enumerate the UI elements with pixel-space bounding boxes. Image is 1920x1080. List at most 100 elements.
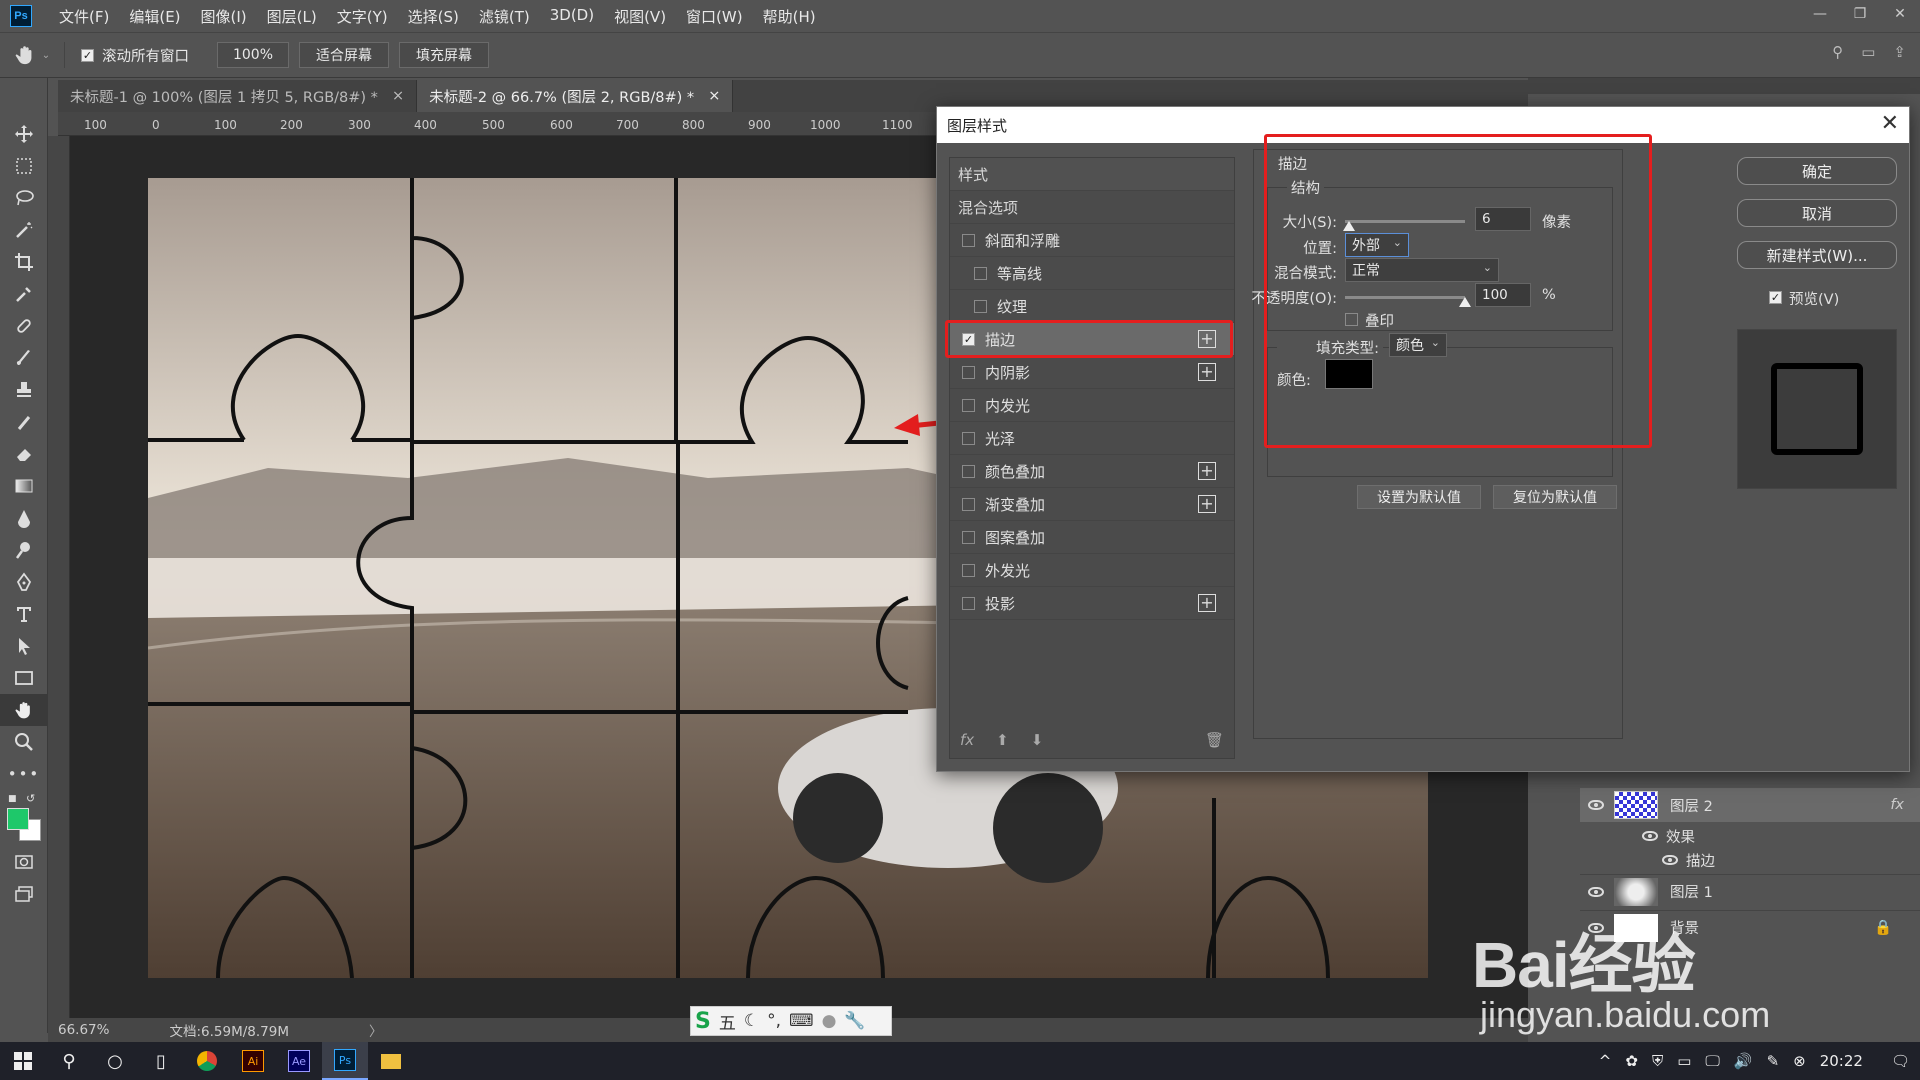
punctuation-icon[interactable]: °,: [767, 1011, 781, 1031]
hand-tool[interactable]: [0, 694, 48, 726]
scroll-all-checkbox[interactable]: ✓: [81, 48, 94, 62]
contour-checkbox[interactable]: [974, 266, 987, 280]
zoom-100-button[interactable]: 100%: [217, 42, 289, 68]
more-tools[interactable]: •••: [0, 758, 48, 790]
style-list-header[interactable]: 样式: [950, 158, 1234, 191]
status-chevron-icon[interactable]: 〉: [369, 1020, 383, 1040]
dodge-tool[interactable]: [0, 534, 48, 566]
menu-help[interactable]: 帮助(H): [753, 6, 826, 27]
ok-button[interactable]: 确定: [1737, 157, 1897, 185]
color-overlay-checkbox[interactable]: [962, 464, 975, 478]
style-item-gradient-overlay[interactable]: 渐变叠加 +: [950, 488, 1234, 521]
fill-screen-button[interactable]: 填充屏幕: [399, 42, 489, 68]
blur-tool[interactable]: [0, 502, 48, 534]
inner-glow-checkbox[interactable]: [962, 398, 975, 412]
photoshop-taskbar-icon[interactable]: Ps: [322, 1042, 368, 1080]
path-selection-tool[interactable]: [0, 630, 48, 662]
move-up-icon[interactable]: ⬆: [996, 731, 1009, 749]
menu-edit[interactable]: 编辑(E): [119, 6, 190, 27]
eye-icon[interactable]: [1588, 886, 1604, 897]
trash-icon[interactable]: 🗑: [1205, 731, 1224, 749]
task-view-icon[interactable]: ▯: [138, 1042, 184, 1080]
search-icon[interactable]: ⚲: [1832, 43, 1843, 61]
close-tab-icon[interactable]: ×: [708, 88, 720, 104]
marquee-tool[interactable]: [0, 150, 48, 182]
volume-icon[interactable]: 🔊: [1734, 1052, 1753, 1070]
keyboard-icon[interactable]: ⌨: [789, 1011, 814, 1031]
layer-row-1[interactable]: 图层 1: [1580, 874, 1920, 908]
eye-icon[interactable]: [1588, 800, 1604, 810]
style-item-inner-shadow[interactable]: 内阴影 +: [950, 356, 1234, 389]
add-icon[interactable]: +: [1198, 495, 1216, 513]
add-icon[interactable]: +: [1198, 594, 1216, 612]
workspace-icon[interactable]: ▭: [1861, 43, 1875, 61]
minimize-button[interactable]: —: [1800, 0, 1840, 28]
close-tab-icon[interactable]: ×: [392, 88, 404, 104]
pen-tool[interactable]: [0, 566, 48, 598]
chrome-icon[interactable]: [184, 1042, 230, 1080]
layer-stroke-effect-row[interactable]: 描边: [1580, 848, 1920, 872]
clock[interactable]: 20:22: [1820, 1052, 1863, 1070]
wrench-icon[interactable]: 🔧: [844, 1011, 865, 1031]
gradient-tool[interactable]: [0, 470, 48, 502]
style-item-inner-glow[interactable]: 内发光: [950, 389, 1234, 422]
style-item-pattern-overlay[interactable]: 图案叠加: [950, 521, 1234, 554]
preview-checkbox[interactable]: ✓: [1769, 291, 1782, 304]
menu-select[interactable]: 选择(S): [398, 6, 469, 27]
layer-effects-row[interactable]: 效果: [1580, 824, 1920, 848]
add-icon[interactable]: +: [1198, 363, 1216, 381]
style-item-contour[interactable]: 等高线: [950, 257, 1234, 290]
user-icon[interactable]: ●: [822, 1011, 837, 1031]
new-style-button[interactable]: 新建样式(W)...: [1737, 241, 1897, 269]
eye-icon[interactable]: [1642, 831, 1658, 841]
menu-image[interactable]: 图像(I): [191, 6, 257, 27]
magic-wand-tool[interactable]: [0, 214, 48, 246]
panel-collapse-bar[interactable]: [1528, 78, 1920, 94]
inner-shadow-checkbox[interactable]: [962, 365, 975, 379]
swap-colors-icon[interactable]: ↺: [26, 792, 35, 805]
share-icon[interactable]: ⇪: [1893, 43, 1906, 61]
menu-type[interactable]: 文字(Y): [327, 6, 398, 27]
menu-view[interactable]: 视图(V): [604, 6, 676, 27]
illustrator-icon[interactable]: Ai: [230, 1042, 276, 1080]
quick-mask-button[interactable]: [0, 846, 48, 878]
drop-shadow-checkbox[interactable]: [962, 596, 975, 610]
pattern-overlay-checkbox[interactable]: [962, 530, 975, 544]
battery-icon[interactable]: ▭: [1677, 1052, 1691, 1070]
tab-document-2[interactable]: 未标题-2 @ 66.7% (图层 2, RGB/8#) * ×: [417, 80, 734, 112]
after-effects-icon[interactable]: Ae: [276, 1042, 322, 1080]
menu-filter[interactable]: 滤镜(T): [469, 6, 540, 27]
history-brush-tool[interactable]: [0, 406, 48, 438]
fx-badge[interactable]: fx: [1890, 797, 1904, 813]
gradient-overlay-checkbox[interactable]: [962, 497, 975, 511]
style-item-outer-glow[interactable]: 外发光: [950, 554, 1234, 587]
menu-3d[interactable]: 3D(D): [540, 6, 604, 27]
layer-row-2[interactable]: 图层 2 fx: [1580, 788, 1920, 822]
style-item-bevel[interactable]: 斜面和浮雕: [950, 224, 1234, 257]
crop-tool[interactable]: [0, 246, 48, 278]
set-default-button[interactable]: 设置为默认值: [1357, 485, 1481, 509]
add-icon[interactable]: +: [1198, 462, 1216, 480]
ime-mode-label[interactable]: 五: [719, 1009, 736, 1034]
fit-screen-button[interactable]: 适合屏幕: [299, 42, 389, 68]
zoom-level[interactable]: 66.67%: [58, 1022, 109, 1038]
lasso-tool[interactable]: [0, 182, 48, 214]
network-icon[interactable]: 🖵: [1705, 1052, 1719, 1070]
blending-options-item[interactable]: 混合选项: [950, 191, 1234, 224]
file-explorer-icon[interactable]: [368, 1042, 414, 1080]
tray-app-icon[interactable]: ✿: [1625, 1052, 1638, 1070]
bevel-checkbox[interactable]: [962, 233, 975, 247]
brush-tool[interactable]: [0, 342, 48, 374]
move-down-icon[interactable]: ⬇: [1031, 731, 1044, 749]
tray-chevron-icon[interactable]: ^: [1599, 1052, 1612, 1070]
rectangle-tool[interactable]: [0, 662, 48, 694]
windows-start-icon[interactable]: [0, 1042, 46, 1080]
foreground-color-swatch[interactable]: [7, 808, 29, 830]
style-item-color-overlay[interactable]: 颜色叠加 +: [950, 455, 1234, 488]
type-tool[interactable]: [0, 598, 48, 630]
reset-default-button[interactable]: 复位为默认值: [1493, 485, 1617, 509]
stamp-tool[interactable]: [0, 374, 48, 406]
satin-checkbox[interactable]: [962, 431, 975, 445]
security-shield-icon[interactable]: ⛨: [1652, 1052, 1663, 1070]
close-window-button[interactable]: ✕: [1880, 0, 1920, 28]
